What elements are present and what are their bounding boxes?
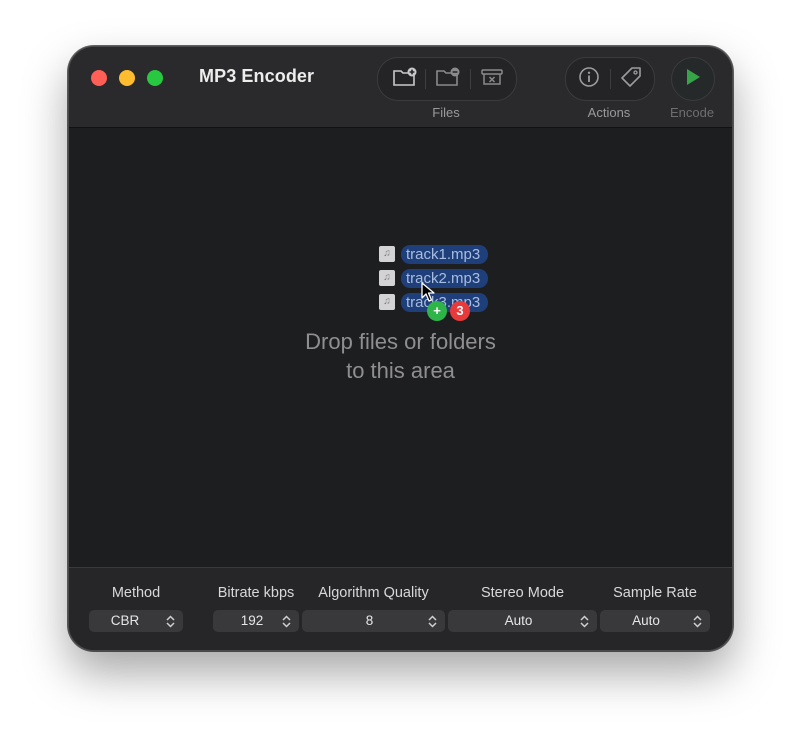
chevron-up-down-icon [166, 610, 175, 632]
method-select[interactable]: CBR [89, 610, 183, 632]
dragged-file-name: track2.mp3 [401, 268, 489, 288]
algorithm-quality-label: Algorithm Quality [318, 585, 429, 601]
remove-files-button[interactable] [429, 58, 467, 100]
sample-rate-value: Auto [632, 613, 660, 628]
algorithm-quality-select[interactable]: 8 [302, 610, 445, 632]
encode-label: Encode [669, 105, 715, 120]
tags-button[interactable] [612, 58, 650, 100]
info-button[interactable] [570, 58, 608, 100]
window-title: MP3 Encoder [199, 66, 315, 86]
minimize-window-button[interactable] [119, 70, 135, 86]
clear-list-button[interactable] [473, 58, 511, 100]
actions-toolbar-group [565, 57, 655, 101]
audio-file-icon: ♫ [379, 270, 395, 286]
close-window-button[interactable] [91, 70, 107, 86]
clear-list-icon [480, 67, 504, 92]
info-icon [578, 66, 600, 93]
stereo-mode-select[interactable]: Auto [448, 610, 597, 632]
remove-file-icon [435, 67, 461, 92]
titlebar: MP3 Encoder Files Actions Encode [69, 47, 732, 128]
drag-count-badge: 3 [450, 301, 470, 321]
method-label: Method [111, 585, 161, 601]
chevron-up-down-icon [580, 610, 589, 632]
drop-area[interactable]: ♫ track1.mp3 ♫ track2.mp3 ♫ track3.mp3 +… [69, 128, 732, 566]
bitrate-select[interactable]: 192 [213, 610, 299, 632]
bitrate-label: Bitrate kbps [217, 585, 295, 601]
sample-rate-label: Sample Rate [613, 585, 697, 601]
files-toolbar-group [377, 57, 517, 101]
dragged-file-item: ♫ track1.mp3 [379, 244, 489, 264]
chevron-up-down-icon [428, 610, 437, 632]
app-window: MP3 Encoder Files Actions Encode ♫ track… [68, 46, 733, 651]
stereo-mode-value: Auto [504, 613, 533, 628]
files-group-label: Files [432, 105, 460, 120]
copy-plus-badge: + [427, 301, 447, 321]
play-icon [685, 68, 701, 91]
stereo-mode-label: Stereo Mode [480, 585, 565, 601]
drop-instructions: Drop files or folders to this area [69, 327, 732, 385]
encode-button[interactable] [671, 57, 715, 101]
add-file-icon [392, 67, 418, 92]
tag-icon [620, 66, 642, 93]
audio-file-icon: ♫ [379, 294, 395, 310]
actions-group-label: Actions [587, 105, 631, 120]
add-files-button[interactable] [386, 58, 424, 100]
chevron-up-down-icon [282, 610, 291, 632]
encoding-options-bar: Method CBR Bitrate kbps 192 Algorithm Qu… [69, 567, 732, 650]
dragged-file-name: track1.mp3 [401, 244, 489, 264]
sample-rate-select[interactable]: Auto [600, 610, 710, 632]
method-value: CBR [110, 613, 140, 628]
chevron-up-down-icon [693, 610, 702, 632]
drop-message-line1: Drop files or folders [305, 329, 496, 354]
zoom-window-button[interactable] [147, 70, 163, 86]
drop-message-line2: to this area [346, 358, 455, 383]
audio-file-icon: ♫ [379, 246, 395, 262]
algorithm-quality-value: 8 [365, 613, 374, 628]
bitrate-value: 192 [240, 613, 264, 628]
